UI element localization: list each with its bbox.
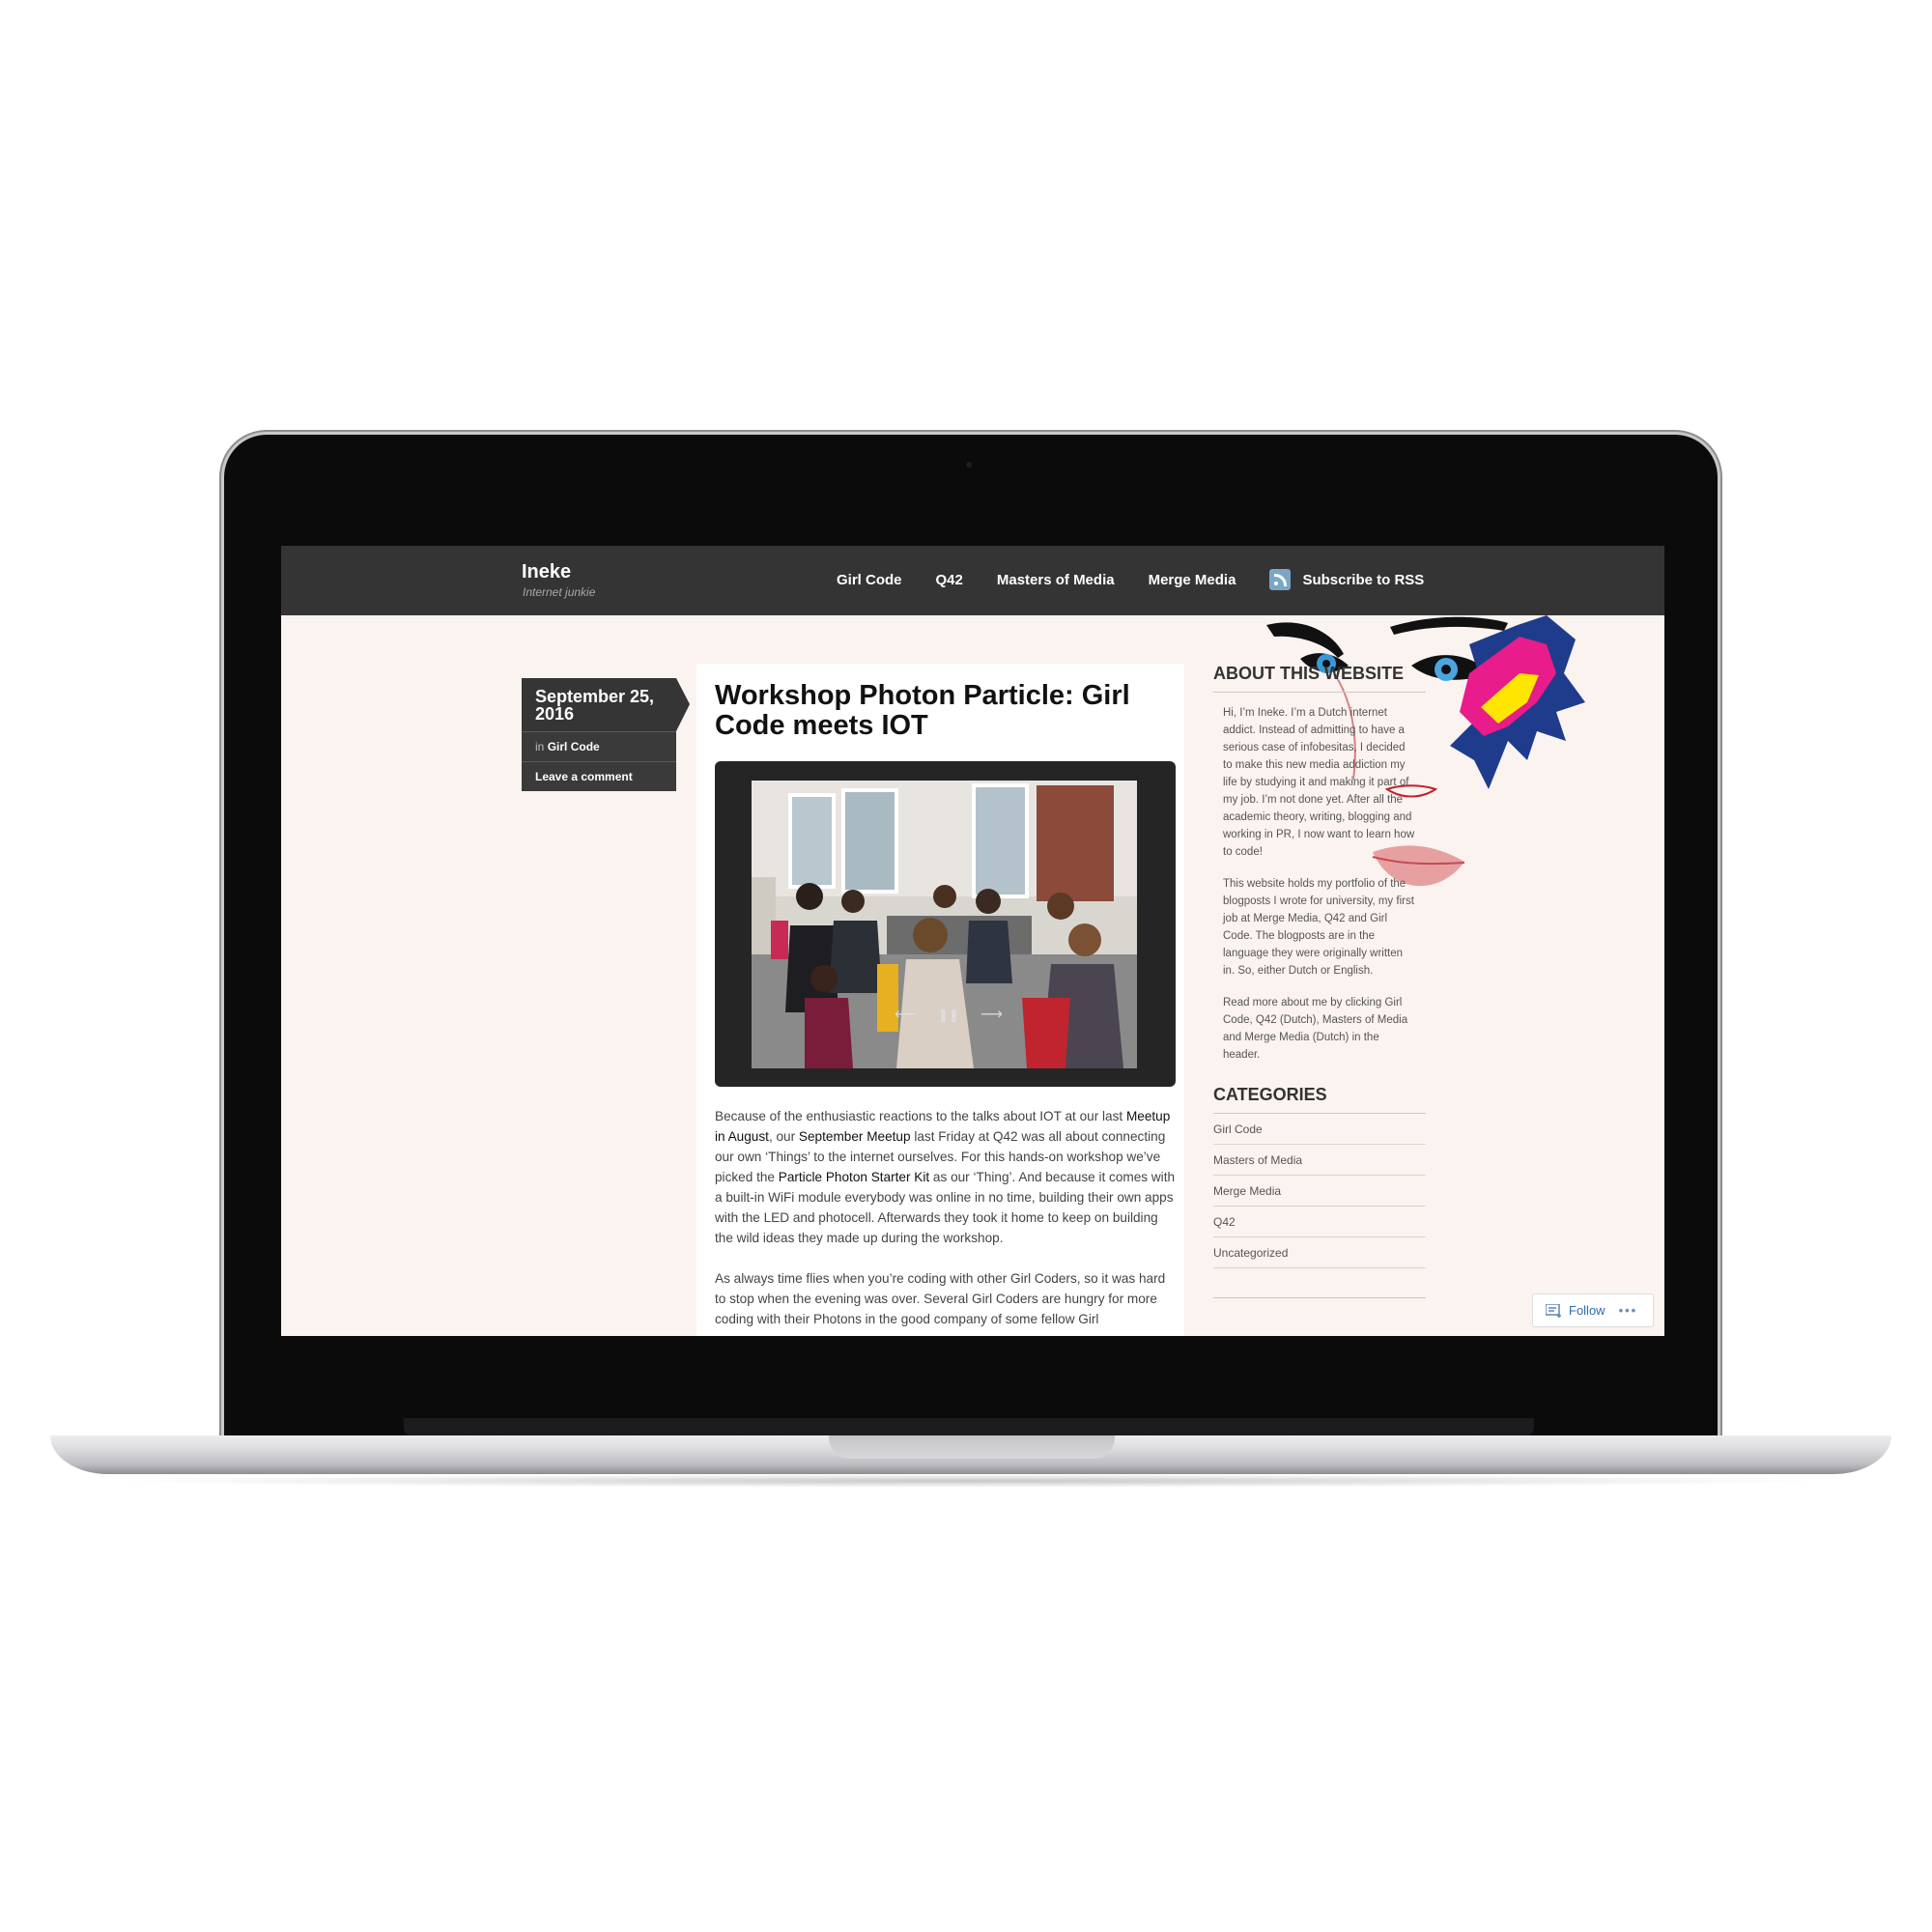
post-article: Workshop Photon Particle: Girl Code meet…	[696, 664, 1184, 1336]
september-meetup-link[interactable]: September Meetup	[799, 1129, 911, 1144]
category-link-q42[interactable]: Q42	[1213, 1207, 1426, 1237]
rss-label: Subscribe to RSS	[1302, 571, 1425, 588]
text-run: , our	[768, 1129, 799, 1144]
webcam	[966, 462, 972, 468]
laptop-shadow	[106, 1474, 1835, 1488]
browser-viewport: Ineke Internet junkie Girl Code Q42 Mast…	[281, 546, 1664, 1336]
sidebar: ABOUT THIS WEBSITE Hi, I’m Ineke. I’m a …	[1213, 664, 1426, 1298]
nav-item-masters-of-media[interactable]: Masters of Media	[997, 572, 1115, 588]
particle-photon-link[interactable]: Particle Photon Starter Kit	[779, 1170, 929, 1184]
laptop-hinge	[404, 1418, 1534, 1435]
categories-widget-title: CATEGORIES	[1213, 1085, 1426, 1114]
category-link-uncategorized[interactable]: Uncategorized	[1213, 1237, 1426, 1268]
nav-item-merge-media[interactable]: Merge Media	[1149, 572, 1236, 588]
category-link-girl-code[interactable]: Girl Code	[1213, 1114, 1426, 1145]
category-prefix: in	[535, 740, 545, 753]
leave-comment-link[interactable]: Leave a comment	[522, 761, 676, 791]
left-eyebrow	[1266, 622, 1344, 658]
follow-icon	[1546, 1303, 1561, 1318]
laptop-notch	[829, 1435, 1115, 1459]
main-nav: Girl Code Q42 Masters of Media Merge Med…	[837, 569, 1424, 590]
image-slideshow[interactable]: ⟵ ❚❚ ⟶	[715, 761, 1176, 1087]
post-paragraph: As always time flies when you’re coding …	[715, 1271, 1166, 1326]
post-body: Because of the enthusiastic reactions to…	[715, 1106, 1179, 1336]
slideshow-pause-button[interactable]: ❚❚	[938, 1008, 959, 1023]
next-widget-divider	[1213, 1297, 1426, 1298]
nav-item-q42[interactable]: Q42	[936, 572, 963, 588]
more-options-icon[interactable]: •••	[1619, 1303, 1638, 1318]
right-pupil	[1441, 665, 1451, 674]
workshop-photo	[752, 781, 1137, 1068]
subscribe-rss-link[interactable]: Subscribe to RSS	[1269, 569, 1424, 590]
about-paragraph: Read more about me by clicking Girl Code…	[1223, 997, 1408, 1061]
about-widget-title: ABOUT THIS WEBSITE	[1213, 664, 1426, 693]
about-paragraph: This website holds my portfolio of the b…	[1223, 878, 1414, 977]
site-title[interactable]: Ineke	[522, 561, 571, 583]
about-widget-text: Hi, I’m Ineke. I’m a Dutch internet addi…	[1213, 693, 1426, 1064]
site-header: Ineke Internet junkie Girl Code Q42 Mast…	[281, 546, 1664, 615]
post-category-row: in Girl Code	[522, 731, 676, 761]
post-category-link[interactable]: Girl Code	[548, 740, 600, 753]
post-meta-box: September 25, 2016 in Girl Code Leave a …	[522, 678, 690, 791]
post-paragraph: Because of the enthusiastic reactions to…	[715, 1106, 1179, 1248]
category-link-merge-media[interactable]: Merge Media	[1213, 1176, 1426, 1207]
right-eyebrow	[1390, 616, 1508, 635]
post-title[interactable]: Workshop Photon Particle: Girl Code meet…	[715, 681, 1169, 741]
slideshow-prev-button[interactable]: ⟵	[895, 1005, 917, 1024]
follow-button[interactable]: Follow •••	[1532, 1293, 1654, 1327]
site-tagline: Internet junkie	[523, 585, 596, 599]
category-link-masters-of-media[interactable]: Masters of Media	[1213, 1145, 1426, 1176]
text-run: Because of the enthusiastic reactions to…	[715, 1109, 1126, 1123]
follow-label: Follow	[1569, 1303, 1605, 1318]
nav-item-girl-code[interactable]: Girl Code	[837, 572, 902, 588]
rss-icon	[1269, 569, 1292, 590]
slideshow-next-button[interactable]: ⟶	[980, 1005, 1003, 1024]
post-date[interactable]: September 25, 2016	[522, 678, 690, 731]
about-paragraph: Hi, I’m Ineke. I’m a Dutch internet addi…	[1223, 707, 1415, 858]
